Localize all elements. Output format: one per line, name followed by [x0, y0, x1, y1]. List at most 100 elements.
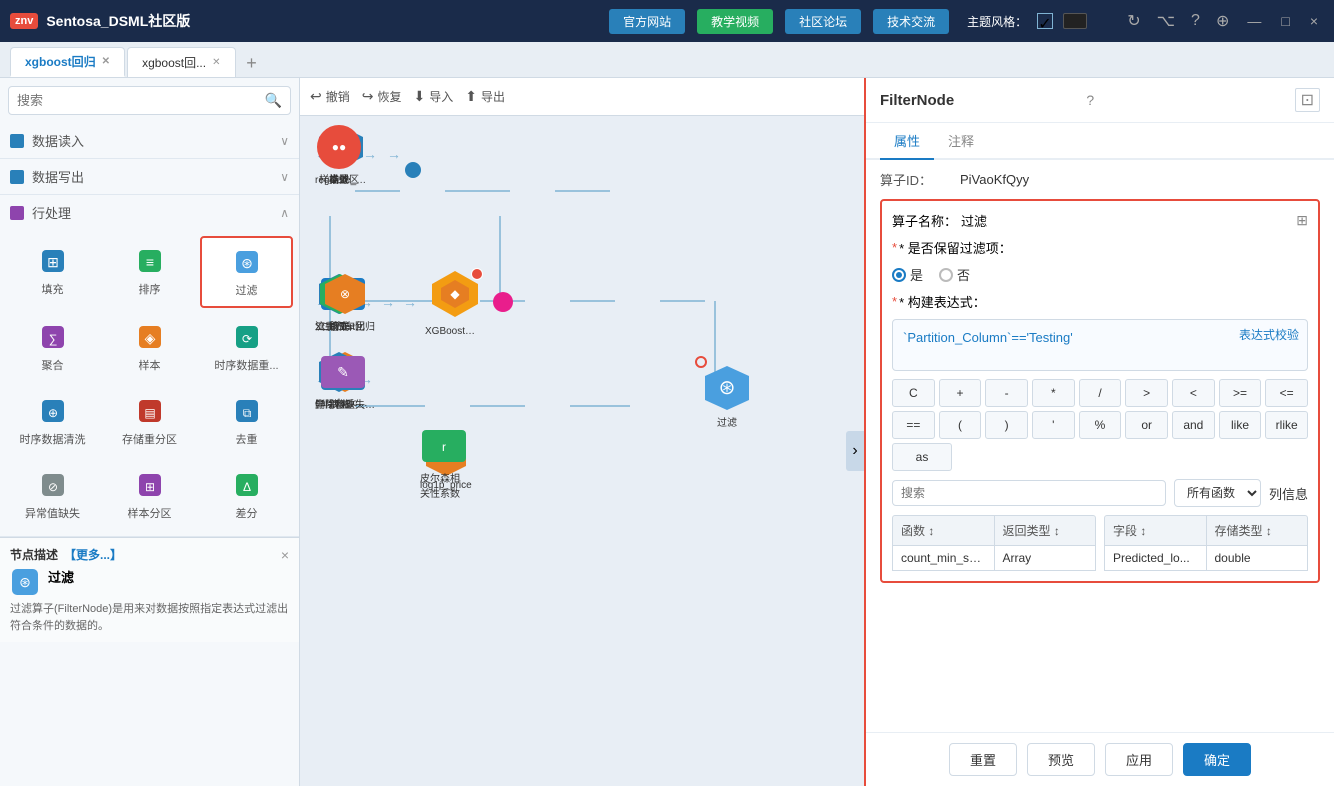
calc-btn-and[interactable]: and	[1172, 411, 1215, 439]
node-xgboost-model[interactable]: ◆ XGBoost回归模型	[425, 266, 485, 337]
calc-btn-like[interactable]: like	[1219, 411, 1262, 439]
calc-btn-lparen[interactable]: (	[939, 411, 982, 439]
radio-no[interactable]: 否	[939, 265, 970, 284]
import-btn[interactable]: ⬇ 导入	[414, 88, 454, 105]
nav-btn-forum[interactable]: 社区论坛	[785, 9, 861, 34]
radio-yes[interactable]: 是	[892, 265, 923, 284]
svg-text:⟳: ⟳	[241, 332, 251, 346]
close-btn[interactable]: ×	[1304, 13, 1324, 29]
sidebar-item-aggregate[interactable]: ∑ 聚合	[6, 312, 99, 382]
func-select[interactable]: 所有函数	[1174, 479, 1261, 507]
canvas-nav-arrow[interactable]: ›	[846, 431, 864, 471]
sidebar-item-partition[interactable]: ▤ 存储重分区	[103, 386, 196, 456]
minimize-btn[interactable]: —	[1241, 13, 1267, 29]
calc-btn-as[interactable]: as	[892, 443, 952, 471]
preview-btn[interactable]: 预览	[1027, 743, 1095, 776]
calc-btn-percent[interactable]: %	[1079, 411, 1122, 439]
confirm-btn[interactable]: 确定	[1183, 743, 1251, 776]
tab-properties[interactable]: 属性	[880, 123, 934, 160]
expr-text-display[interactable]: `Partition_Column`=='Testing'	[903, 330, 1297, 360]
globe-icon[interactable]: ⊕	[1216, 11, 1229, 31]
section-data-output-icon	[10, 170, 24, 184]
func-search-input[interactable]	[892, 480, 1166, 506]
func-col-func: 函数 ↕	[893, 516, 995, 545]
anomaly-icon: ⊘	[37, 469, 69, 501]
sidebar-item-aggregate-label: 聚合	[42, 357, 64, 373]
calc-btn-multiply[interactable]: *	[1032, 379, 1075, 407]
canvas-area: ↩ 撤销 ↪ 恢复 ⬇ 导入 ⬆ 导出	[300, 78, 864, 786]
calc-btn-eq[interactable]: ==	[892, 411, 935, 439]
redo-btn[interactable]: ↪ 恢复	[362, 88, 402, 105]
canvas-content[interactable]: ▦ 描述 → ≋ regDate_车regDa... →	[300, 116, 864, 786]
theme-dark-swatch[interactable]	[1063, 13, 1087, 29]
calc-btn-lte[interactable]: <=	[1265, 379, 1308, 407]
reset-btn[interactable]: 重置	[949, 743, 1017, 776]
undo-btn[interactable]: ↩ 撤销	[310, 88, 350, 105]
calc-btn-or[interactable]: or	[1125, 411, 1168, 439]
sidebar-item-diff[interactable]: Δ 差分	[200, 460, 293, 530]
node-pearson[interactable]: r 皮尔森相关性系数	[420, 422, 468, 500]
refresh-icon[interactable]: ↻	[1127, 11, 1140, 31]
right-panel-close-btn[interactable]: ⊡	[1295, 88, 1320, 112]
tab-close-1[interactable]: ✕	[102, 56, 110, 67]
calc-btn-gt[interactable]: >	[1125, 379, 1168, 407]
table-row[interactable]: Predicted_lo... double	[1104, 546, 1308, 571]
calc-btn-rparen[interactable]: )	[985, 411, 1028, 439]
expand-icon[interactable]: ⊞	[1296, 212, 1308, 229]
sidebar-item-timeclean[interactable]: ⊕ 时序数据清洗	[6, 386, 99, 456]
calc-btn-gte[interactable]: >=	[1219, 379, 1262, 407]
section-data-input-header[interactable]: 数据读入 ∨	[0, 123, 299, 158]
calc-btn-rlike[interactable]: rlike	[1265, 411, 1308, 439]
right-panel-footer: 重置 预览 应用 确定	[866, 732, 1334, 786]
sidebar-item-timeseries[interactable]: ⟳ 时序数据重...	[200, 312, 293, 382]
svg-text:⊞: ⊞	[144, 480, 154, 494]
sidebar-item-samplepart[interactable]: ⊞ 样本分区	[103, 460, 196, 530]
sample-icon: ◈	[134, 321, 166, 353]
calc-btn-plus[interactable]: +	[939, 379, 982, 407]
svg-text:∑: ∑	[48, 332, 57, 346]
tab-add-btn[interactable]: +	[238, 49, 266, 77]
tab-close-2[interactable]: ✕	[212, 57, 220, 68]
sidebar-item-timeseries-label: 时序数据重...	[214, 357, 278, 373]
maximize-btn[interactable]: □	[1275, 13, 1295, 29]
sidebar-item-filter[interactable]: ⊛ 过滤	[200, 236, 293, 308]
nav-btn-exchange[interactable]: 技术交流	[873, 9, 949, 34]
sidebar-item-anomaly[interactable]: ⊘ 异常值缺失	[6, 460, 99, 530]
tab-notes[interactable]: 注释	[934, 123, 988, 160]
theme-checkbox[interactable]: ✓	[1037, 13, 1053, 29]
node-type[interactable]: ●● 类型	[315, 123, 363, 186]
calc-btn-divide[interactable]: /	[1079, 379, 1122, 407]
sidebar-search-input[interactable]	[17, 87, 265, 114]
timeclean-icon: ⊕	[37, 395, 69, 427]
section-data-output-header[interactable]: 数据写出 ∨	[0, 159, 299, 194]
node-desc-more-link[interactable]: 【更多...】	[64, 546, 122, 563]
calc-btn-quote[interactable]: '	[1032, 411, 1075, 439]
branch-icon[interactable]: ⌥	[1157, 11, 1175, 31]
node-desc-close-btn[interactable]: ×	[281, 547, 289, 563]
sidebar-item-sort[interactable]: ≡ 排序	[103, 236, 196, 308]
sidebar-item-fill[interactable]: ⊞ 填充	[6, 236, 99, 308]
table-row[interactable]: count_min_sket... Array	[892, 546, 1096, 571]
svg-text:Δ: Δ	[242, 480, 250, 494]
calc-btn-lt[interactable]: <	[1172, 379, 1215, 407]
help-icon[interactable]: ?	[1191, 12, 1200, 30]
tab-xgboost2[interactable]: xgboost回... ✕	[127, 47, 235, 77]
sidebar-search-container: 🔍	[8, 86, 291, 115]
export-btn[interactable]: ⬆ 导出	[465, 88, 505, 105]
tab-xgboost1[interactable]: xgboost回归 ✕	[10, 47, 125, 77]
node-rename[interactable]: ✎ 删除和重命名	[315, 348, 370, 411]
calc-btn-c[interactable]: C	[892, 379, 935, 407]
nav-btn-video[interactable]: 教学视频	[697, 9, 773, 34]
expr-validate-btn[interactable]: 表达式校验	[1239, 326, 1299, 343]
node-xgboost-reg[interactable]: ⊗ XGBoost回归	[315, 270, 375, 333]
calc-btn-minus[interactable]: -	[985, 379, 1028, 407]
apply-btn[interactable]: 应用	[1105, 743, 1173, 776]
node-filter-canvas[interactable]: ⊛ 过滤	[701, 362, 753, 429]
sidebar-item-sample[interactable]: ◈ 样本	[103, 312, 196, 382]
right-panel-help-icon[interactable]: ?	[1086, 92, 1094, 108]
sidebar-item-dedup[interactable]: ⧉ 去重	[200, 386, 293, 456]
nav-btn-official[interactable]: 官方网站	[609, 9, 685, 34]
section-row-processing-header[interactable]: 行处理 ∧	[0, 195, 299, 230]
func-table-cell-name: count_min_sket...	[893, 546, 995, 570]
titlebar: znv Sentosa_DSML社区版 官方网站 教学视频 社区论坛 技术交流 …	[0, 0, 1334, 42]
